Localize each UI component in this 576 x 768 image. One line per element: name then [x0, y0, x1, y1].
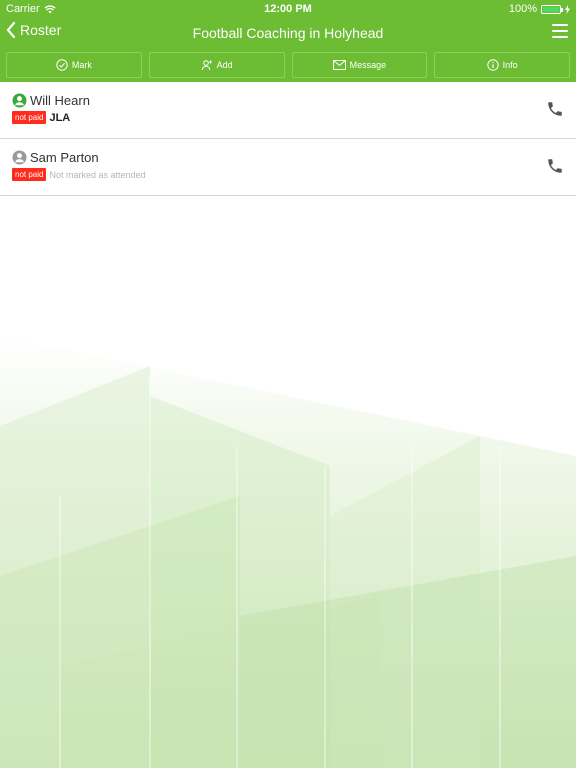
attendee-meta: not paid Not marked as attended — [12, 168, 146, 181]
payment-status-badge: not paid — [12, 168, 47, 181]
phone-icon[interactable] — [546, 100, 564, 118]
menu-icon[interactable] — [552, 24, 568, 38]
attendee-name-line: Sam Parton — [12, 150, 99, 165]
info-button[interactable]: Info — [434, 52, 570, 78]
attendee-meta: not paid JLA — [12, 111, 70, 124]
message-label: Message — [349, 60, 387, 70]
info-icon — [486, 59, 499, 71]
attendee-list: Will Hearn not paid JLA Sam Parton not p… — [0, 82, 576, 196]
navigation-bar: Roster Football Coaching in Holyhead — [0, 18, 576, 48]
page-title: Football Coaching in Holyhead — [192, 25, 384, 41]
user-icon — [12, 150, 27, 165]
list-item[interactable]: Sam Parton not paid Not marked as attend… — [0, 139, 576, 196]
check-circle-icon — [56, 59, 68, 71]
list-item[interactable]: Will Hearn not paid JLA — [0, 82, 576, 139]
add-label: Add — [216, 60, 233, 70]
add-button[interactable]: Add — [148, 52, 285, 78]
action-toolbar: Mark Add Message Info — [0, 52, 576, 78]
charging-icon — [565, 4, 570, 14]
battery-label: 100% — [508, 3, 537, 15]
battery-status: 100% — [509, 3, 570, 15]
payment-status-badge: not paid — [12, 111, 47, 124]
phone-icon[interactable] — [546, 157, 564, 175]
background-pattern — [0, 196, 576, 768]
envelope-icon — [332, 60, 346, 70]
mark-button[interactable]: Mark — [6, 52, 142, 78]
message-button[interactable]: Message — [291, 52, 428, 78]
status-time: 12:00 PM — [264, 3, 312, 15]
app-header: Carrier 12:00 PM 100% Roster Football Co… — [0, 0, 576, 82]
add-person-icon — [201, 60, 212, 71]
user-icon — [12, 93, 27, 108]
attendee-name: Sam Parton — [30, 150, 99, 165]
status-bar: Carrier 12:00 PM 100% — [0, 0, 576, 18]
battery-icon — [541, 4, 563, 14]
attendee-name: Will Hearn — [30, 93, 90, 108]
attendee-detail: JLA — [49, 111, 71, 124]
attendee-name-line: Will Hearn — [12, 93, 90, 108]
mark-label: Mark — [71, 60, 92, 70]
info-label: Info — [502, 60, 518, 70]
attendee-detail: Not marked as attended — [49, 169, 146, 180]
